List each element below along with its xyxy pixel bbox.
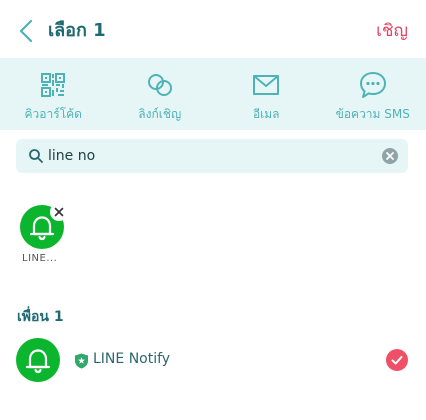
- link-icon: [147, 74, 172, 96]
- share-sms-label: ข้อความ SMS: [335, 107, 410, 121]
- clear-search-icon[interactable]: [382, 148, 398, 164]
- header-bar: เลือก 1 เชิญ: [0, 0, 426, 58]
- selected-friend-chip: LINE...: [20, 203, 68, 271]
- invite-button[interactable]: เชิญ: [376, 18, 408, 44]
- share-email-button[interactable]: อีเมล: [213, 58, 320, 130]
- share-link-label: ลิงก์เชิญ: [138, 107, 182, 121]
- checked-checkbox-icon[interactable]: [386, 349, 408, 371]
- search-icon: [29, 149, 43, 163]
- page-title: เลือก 1: [48, 20, 106, 41]
- official-account-badge-icon: [75, 353, 88, 369]
- line-notify-avatar-icon: [16, 338, 60, 382]
- share-link-button[interactable]: ลิงก์เชิญ: [107, 58, 214, 130]
- mail-icon: [253, 75, 280, 95]
- share-options-bar: คิวอาร์โค้ด ลิงก์เชิญ อีเมล ข้อความ SMS: [0, 58, 426, 130]
- share-sms-button[interactable]: ข้อความ SMS: [320, 58, 426, 130]
- search-field[interactable]: [16, 139, 408, 173]
- friend-name: LINE Notify: [93, 351, 171, 367]
- selected-friend-label: LINE...: [22, 253, 58, 264]
- share-email-label: อีเมล: [252, 107, 280, 121]
- remove-selected-icon[interactable]: [50, 203, 68, 221]
- friends-section-title: เพื่อน 1: [17, 309, 64, 325]
- friend-list-item[interactable]: LINE Notify: [0, 335, 426, 387]
- back-chevron-icon[interactable]: [16, 18, 38, 44]
- sms-icon: [359, 72, 386, 98]
- share-qr-code-button[interactable]: คิวอาร์โค้ด: [0, 58, 107, 130]
- qr-code-icon: [41, 73, 66, 97]
- search-input[interactable]: [48, 145, 378, 167]
- share-qr-code-label: คิวอาร์โค้ด: [24, 107, 82, 121]
